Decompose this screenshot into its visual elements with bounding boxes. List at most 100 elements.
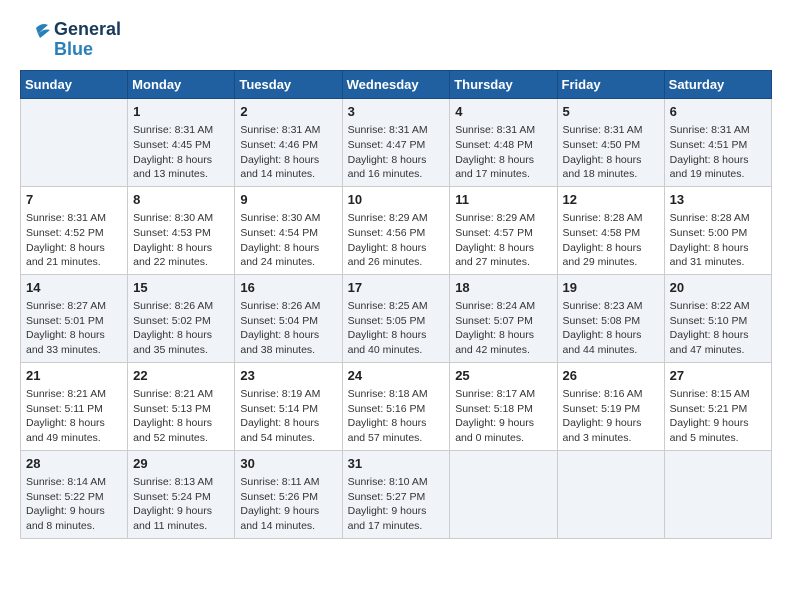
- day-number: 15: [133, 279, 229, 297]
- day-header-monday: Monday: [128, 71, 235, 99]
- calendar-cell: 19 Sunrise: 8:23 AM Sunset: 5:08 PM Dayli…: [557, 274, 664, 362]
- logo-text: General Blue: [54, 20, 121, 60]
- day-number: 16: [240, 279, 336, 297]
- calendar-cell: 27Sunrise: 8:15 AM Sunset: 5:21 PM Dayli…: [664, 362, 771, 450]
- day-number: 14: [26, 279, 122, 297]
- cell-info: Sunrise: 8:23 AM Sunset: 5:08 PM Dayligh…: [563, 299, 659, 358]
- calendar-cell: 22 Sunrise: 8:21 AM Sunset: 5:13 PM Dayli…: [128, 362, 235, 450]
- calendar-cell: 30 Sunrise: 8:11 AM Sunset: 5:26 PM Dayli…: [235, 450, 342, 538]
- calendar-cell: 26Sunrise: 8:16 AM Sunset: 5:19 PM Dayli…: [557, 362, 664, 450]
- cell-info: Sunrise: 8:21 AM Sunset: 5:11 PM Dayligh…: [26, 387, 122, 446]
- day-number: 2: [240, 103, 336, 121]
- calendar-cell: 6 Sunrise: 8:31 AM Sunset: 4:51 PM Daylig…: [664, 99, 771, 187]
- cell-info: Sunrise: 8:27 AM Sunset: 5:01 PM Dayligh…: [26, 299, 122, 358]
- calendar-header-row: SundayMondayTuesdayWednesdayThursdayFrid…: [21, 71, 772, 99]
- cell-info: Sunrise: 8:15 AM Sunset: 5:21 PM Dayligh…: [670, 387, 766, 446]
- day-number: 3: [348, 103, 445, 121]
- calendar-cell: 3 Sunrise: 8:31 AM Sunset: 4:47 PM Daylig…: [342, 99, 450, 187]
- day-number: 7: [26, 191, 122, 209]
- calendar-cell: 12 Sunrise: 8:28 AM Sunset: 4:58 PM Dayli…: [557, 186, 664, 274]
- day-number: 29: [133, 455, 229, 473]
- calendar-cell: 2 Sunrise: 8:31 AM Sunset: 4:46 PM Daylig…: [235, 99, 342, 187]
- day-number: 8: [133, 191, 229, 209]
- calendar-cell: 11 Sunrise: 8:29 AM Sunset: 4:57 PM Dayli…: [450, 186, 557, 274]
- cell-info: Sunrise: 8:31 AM Sunset: 4:45 PM Dayligh…: [133, 123, 229, 182]
- cell-info: Sunrise: 8:28 AM Sunset: 4:58 PM Dayligh…: [563, 211, 659, 270]
- calendar-cell: 14 Sunrise: 8:27 AM Sunset: 5:01 PM Dayli…: [21, 274, 128, 362]
- calendar-cell: [664, 450, 771, 538]
- calendar-cell: 28 Sunrise: 8:14 AM Sunset: 5:22 PM Dayli…: [21, 450, 128, 538]
- day-number: 24: [348, 367, 445, 385]
- logo-blue: Blue: [54, 40, 121, 60]
- cell-info: Sunrise: 8:21 AM Sunset: 5:13 PM Dayligh…: [133, 387, 229, 446]
- calendar-week-5: 28 Sunrise: 8:14 AM Sunset: 5:22 PM Dayli…: [21, 450, 772, 538]
- day-number: 1: [133, 103, 229, 121]
- day-number: 12: [563, 191, 659, 209]
- calendar-cell: 29 Sunrise: 8:13 AM Sunset: 5:24 PM Dayli…: [128, 450, 235, 538]
- day-number: 19: [563, 279, 659, 297]
- cell-info: Sunrise: 8:30 AM Sunset: 4:54 PM Dayligh…: [240, 211, 336, 270]
- cell-info: Sunrise: 8:26 AM Sunset: 5:04 PM Dayligh…: [240, 299, 336, 358]
- calendar-cell: 18 Sunrise: 8:24 AM Sunset: 5:07 PM Dayli…: [450, 274, 557, 362]
- cell-info: Sunrise: 8:31 AM Sunset: 4:51 PM Dayligh…: [670, 123, 766, 182]
- calendar-cell: 23Sunrise: 8:19 AM Sunset: 5:14 PM Dayli…: [235, 362, 342, 450]
- calendar-cell: 4Sunrise: 8:31 AM Sunset: 4:48 PM Daylig…: [450, 99, 557, 187]
- day-number: 17: [348, 279, 445, 297]
- day-number: 31: [348, 455, 445, 473]
- day-header-sunday: Sunday: [21, 71, 128, 99]
- calendar-cell: [21, 99, 128, 187]
- calendar-cell: 31Sunrise: 8:10 AM Sunset: 5:27 PM Dayli…: [342, 450, 450, 538]
- cell-info: Sunrise: 8:14 AM Sunset: 5:22 PM Dayligh…: [26, 475, 122, 534]
- cell-info: Sunrise: 8:31 AM Sunset: 4:48 PM Dayligh…: [455, 123, 551, 182]
- calendar-cell: 24 Sunrise: 8:18 AM Sunset: 5:16 PM Dayli…: [342, 362, 450, 450]
- cell-info: Sunrise: 8:29 AM Sunset: 4:56 PM Dayligh…: [348, 211, 445, 270]
- day-number: 25: [455, 367, 551, 385]
- calendar-cell: 1 Sunrise: 8:31 AM Sunset: 4:45 PM Daylig…: [128, 99, 235, 187]
- day-number: 21: [26, 367, 122, 385]
- cell-info: Sunrise: 8:13 AM Sunset: 5:24 PM Dayligh…: [133, 475, 229, 534]
- logo-general: General: [54, 20, 121, 40]
- calendar-cell: 10Sunrise: 8:29 AM Sunset: 4:56 PM Dayli…: [342, 186, 450, 274]
- calendar-cell: [450, 450, 557, 538]
- cell-info: Sunrise: 8:31 AM Sunset: 4:52 PM Dayligh…: [26, 211, 122, 270]
- day-number: 23: [240, 367, 336, 385]
- logo-container: General Blue: [20, 20, 121, 60]
- cell-info: Sunrise: 8:25 AM Sunset: 5:05 PM Dayligh…: [348, 299, 445, 358]
- calendar-cell: 16 Sunrise: 8:26 AM Sunset: 5:04 PM Dayli…: [235, 274, 342, 362]
- day-number: 18: [455, 279, 551, 297]
- cell-info: Sunrise: 8:28 AM Sunset: 5:00 PM Dayligh…: [670, 211, 766, 270]
- day-number: 5: [563, 103, 659, 121]
- logo: General Blue: [20, 20, 121, 60]
- calendar-cell: 13 Sunrise: 8:28 AM Sunset: 5:00 PM Dayli…: [664, 186, 771, 274]
- cell-info: Sunrise: 8:11 AM Sunset: 5:26 PM Dayligh…: [240, 475, 336, 534]
- calendar-cell: 5 Sunrise: 8:31 AM Sunset: 4:50 PM Daylig…: [557, 99, 664, 187]
- page-header: General Blue: [20, 20, 772, 60]
- day-number: 20: [670, 279, 766, 297]
- logo-bird-icon: [20, 20, 52, 60]
- day-header-tuesday: Tuesday: [235, 71, 342, 99]
- day-number: 30: [240, 455, 336, 473]
- calendar-cell: 15Sunrise: 8:26 AM Sunset: 5:02 PM Dayli…: [128, 274, 235, 362]
- cell-info: Sunrise: 8:29 AM Sunset: 4:57 PM Dayligh…: [455, 211, 551, 270]
- calendar-table: SundayMondayTuesdayWednesdayThursdayFrid…: [20, 70, 772, 539]
- day-header-saturday: Saturday: [664, 71, 771, 99]
- day-header-friday: Friday: [557, 71, 664, 99]
- cell-info: Sunrise: 8:31 AM Sunset: 4:50 PM Dayligh…: [563, 123, 659, 182]
- day-number: 11: [455, 191, 551, 209]
- day-number: 22: [133, 367, 229, 385]
- calendar-week-4: 21 Sunrise: 8:21 AM Sunset: 5:11 PM Dayli…: [21, 362, 772, 450]
- day-number: 13: [670, 191, 766, 209]
- calendar-cell: [557, 450, 664, 538]
- day-header-wednesday: Wednesday: [342, 71, 450, 99]
- day-header-thursday: Thursday: [450, 71, 557, 99]
- calendar-week-1: 1 Sunrise: 8:31 AM Sunset: 4:45 PM Daylig…: [21, 99, 772, 187]
- day-number: 6: [670, 103, 766, 121]
- day-number: 9: [240, 191, 336, 209]
- cell-info: Sunrise: 8:18 AM Sunset: 5:16 PM Dayligh…: [348, 387, 445, 446]
- cell-info: Sunrise: 8:24 AM Sunset: 5:07 PM Dayligh…: [455, 299, 551, 358]
- calendar-cell: 21 Sunrise: 8:21 AM Sunset: 5:11 PM Dayli…: [21, 362, 128, 450]
- cell-info: Sunrise: 8:31 AM Sunset: 4:47 PM Dayligh…: [348, 123, 445, 182]
- cell-info: Sunrise: 8:31 AM Sunset: 4:46 PM Dayligh…: [240, 123, 336, 182]
- cell-info: Sunrise: 8:30 AM Sunset: 4:53 PM Dayligh…: [133, 211, 229, 270]
- day-number: 28: [26, 455, 122, 473]
